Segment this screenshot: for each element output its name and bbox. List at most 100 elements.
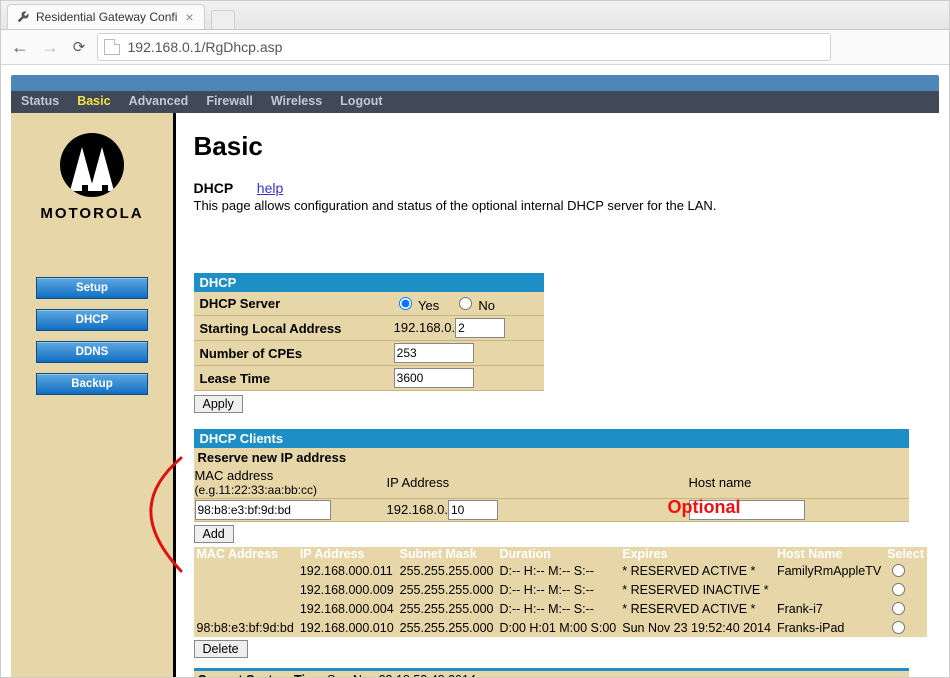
add-button[interactable]: Add: [194, 525, 234, 543]
row-select-radio[interactable]: [892, 602, 905, 615]
menu-logout[interactable]: Logout: [340, 94, 382, 108]
sidebar-item-ddns[interactable]: DDNS: [36, 341, 148, 363]
cpes-input[interactable]: [394, 343, 474, 363]
table-row: 192.168.000.004255.255.255.000D:-- H:-- …: [194, 599, 928, 618]
page-body: Status Basic Advanced Firewall Wireless …: [1, 65, 949, 678]
browser-window: Residential Gateway Confi × ← → ⟳ Status…: [0, 0, 950, 678]
table-cell: D:-- H:-- M:-- S:--: [497, 599, 620, 618]
ip-prefix: 192.168.0.: [387, 502, 448, 517]
col-mac: MAC Address: [194, 547, 297, 561]
table-cell: 192.168.000.009: [297, 580, 397, 599]
dhcp-server-no[interactable]: No: [454, 298, 495, 313]
content: MOTOROLA Setup DHCP DDNS Backup Basic DH…: [11, 113, 939, 678]
top-blue-bar: [11, 75, 939, 91]
system-time: Current System Time:Sun Nov 23 18:52:48 …: [194, 668, 909, 678]
table-cell: 255.255.255.000: [397, 599, 497, 618]
table-row: 98:b8:e3:bf:9d:bd192.168.000.010255.255.…: [194, 618, 928, 637]
sidebar-item-backup[interactable]: Backup: [36, 373, 148, 395]
table-cell: [194, 580, 297, 599]
yes-label: Yes: [418, 298, 439, 313]
table-cell: D:-- H:-- M:-- S:--: [497, 561, 620, 580]
sidebar-item-dhcp[interactable]: DHCP: [36, 309, 148, 331]
table-cell: * RESERVED INACTIVE *: [619, 580, 774, 599]
delete-button[interactable]: Delete: [194, 640, 248, 658]
mac-hint: (e.g.11:22:33:aa:bb:cc): [195, 483, 385, 497]
wrench-icon: [16, 10, 30, 24]
close-icon[interactable]: ×: [183, 10, 195, 24]
back-button[interactable]: ←: [9, 37, 31, 58]
reload-button[interactable]: ⟳: [69, 38, 89, 56]
tab-title: Residential Gateway Confi: [36, 10, 177, 24]
logo: MOTOROLA: [40, 133, 143, 222]
col-mask: Subnet Mask: [397, 547, 497, 561]
menu-wireless[interactable]: Wireless: [271, 94, 322, 108]
new-tab-button[interactable]: [211, 10, 235, 29]
brand-text: MOTOROLA: [40, 205, 143, 222]
table-cell: 192.168.000.010: [297, 618, 397, 637]
select-cell: [884, 599, 927, 618]
start-address-prefix: 192.168.0.: [394, 320, 455, 335]
page-icon: [104, 39, 120, 55]
menu-firewall[interactable]: Firewall: [206, 94, 253, 108]
clients-table-header: MAC Address IP Address Subnet Mask Durat…: [194, 547, 928, 561]
table-cell: 192.168.000.004: [297, 599, 397, 618]
cpes-label: Number of CPEs: [194, 341, 388, 366]
page-description: This page allows configuration and statu…: [194, 198, 928, 213]
select-cell: [884, 618, 927, 637]
row-select-radio[interactable]: [892, 621, 905, 634]
reserve-label: Reserve new IP address: [194, 448, 909, 467]
ip-input[interactable]: [448, 500, 498, 520]
mac-input[interactable]: [195, 500, 331, 520]
table-cell: 255.255.255.000: [397, 580, 497, 599]
dhcp-server-yes[interactable]: Yes: [394, 298, 440, 313]
col-select: Select: [884, 547, 927, 561]
dhcp-config-table: DHCP DHCP Server Yes No Starting Local A…: [194, 273, 544, 391]
table-cell: [194, 599, 297, 618]
table-cell: D:-- H:-- M:-- S:--: [497, 580, 620, 599]
row-select-radio[interactable]: [892, 564, 905, 577]
help-link[interactable]: help: [257, 180, 283, 196]
dhcp-server-yes-radio[interactable]: [399, 297, 412, 310]
menu-advanced[interactable]: Advanced: [129, 94, 189, 108]
select-cell: [884, 561, 927, 580]
table-cell: Franks-iPad: [774, 618, 884, 637]
host-input[interactable]: [689, 500, 805, 520]
col-host: Host Name: [774, 547, 884, 561]
table-cell: 98:b8:e3:bf:9d:bd: [194, 618, 297, 637]
lease-input[interactable]: [394, 368, 474, 388]
col-ip: IP Address: [297, 547, 397, 561]
sidebar: MOTOROLA Setup DHCP DDNS Backup: [11, 113, 173, 678]
select-cell: [884, 580, 927, 599]
sidebar-item-setup[interactable]: Setup: [36, 277, 148, 299]
table-cell: D:00 H:01 M:00 S:00: [497, 618, 620, 637]
table-cell: 255.255.255.000: [397, 618, 497, 637]
table-cell: Frank-i7: [774, 599, 884, 618]
table-cell: 255.255.255.000: [397, 561, 497, 580]
col-dur: Duration: [497, 547, 620, 561]
tab-strip: Residential Gateway Confi ×: [1, 1, 949, 30]
address-bar[interactable]: [97, 33, 831, 61]
table-cell: 192.168.000.011: [297, 561, 397, 580]
motorola-logo-icon: [60, 133, 124, 197]
table-row: 192.168.000.011255.255.255.000D:-- H:-- …: [194, 561, 928, 580]
browser-tab[interactable]: Residential Gateway Confi ×: [7, 4, 205, 29]
start-address-label: Starting Local Address: [194, 316, 388, 341]
table-cell: [774, 580, 884, 599]
no-label: No: [478, 298, 495, 313]
forward-button: →: [39, 37, 61, 58]
main-menu: Status Basic Advanced Firewall Wireless …: [11, 91, 939, 113]
table-cell: * RESERVED ACTIVE *: [619, 561, 774, 580]
dhcp-server-no-radio[interactable]: [459, 297, 472, 310]
table-cell: [194, 561, 297, 580]
ip-label: IP Address: [386, 467, 688, 499]
row-select-radio[interactable]: [892, 583, 905, 596]
apply-button[interactable]: Apply: [194, 395, 243, 413]
table-cell: Sun Nov 23 19:52:40 2014: [619, 618, 774, 637]
menu-status[interactable]: Status: [21, 94, 59, 108]
url-input[interactable]: [126, 38, 825, 56]
browser-toolbar: ← → ⟳: [1, 30, 949, 65]
menu-basic[interactable]: Basic: [77, 94, 110, 108]
start-address-input[interactable]: [455, 318, 505, 338]
dhcp-header: DHCP: [194, 273, 544, 292]
table-row: 192.168.000.009255.255.255.000D:-- H:-- …: [194, 580, 928, 599]
